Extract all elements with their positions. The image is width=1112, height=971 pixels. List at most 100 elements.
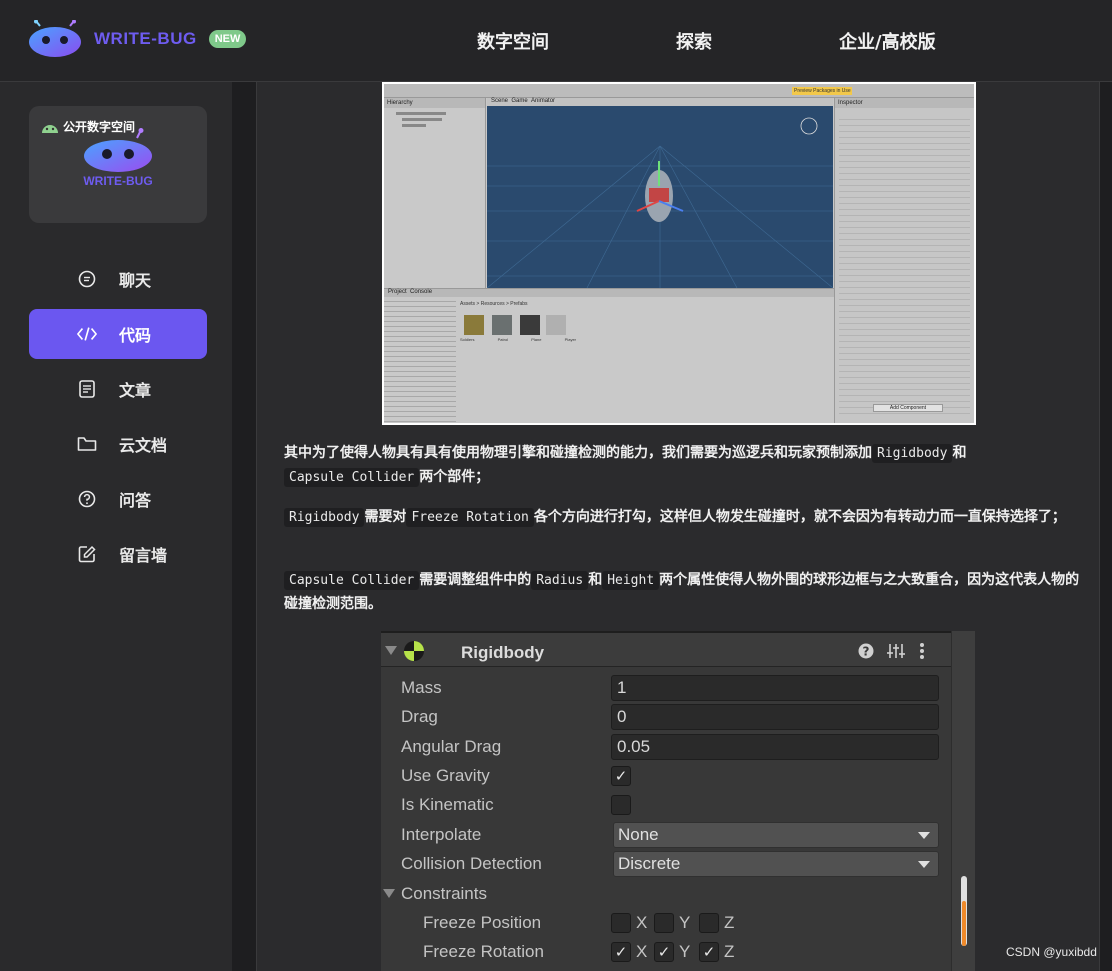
inline-code: Capsule Collider (284, 468, 420, 487)
text: 和 (952, 445, 967, 461)
android-icon (42, 124, 58, 133)
prefab-labels: Soldiers Patrol Plane Player (460, 337, 576, 342)
collision-detection-label: Collision Detection (401, 854, 542, 873)
unity-editor-screenshot: Preview Packages in Use Hierarchy Scene … (382, 82, 976, 425)
sidebar-item-label: 云文档 (119, 436, 168, 455)
prefab-label: Player (564, 337, 576, 342)
freeze-position-label: Freeze Position (423, 913, 542, 932)
sidebar-item-label: 聊天 (119, 271, 152, 290)
chevron-down-icon (918, 861, 930, 868)
console-tab[interactable]: Console (410, 289, 432, 295)
add-component-button[interactable]: Add Component (873, 404, 943, 412)
svg-text:?: ? (863, 645, 870, 659)
preview-packages-label: Preview Packages in Use (792, 87, 852, 95)
hierarchy-tab[interactable]: Hierarchy (384, 98, 485, 108)
inline-code: Rigidbody (284, 508, 365, 527)
use-gravity-checkbox[interactable]: ✓ (611, 766, 631, 786)
inline-code: Radius (531, 571, 589, 590)
sidebar-item-cloud-docs[interactable]: 云文档 (29, 419, 207, 469)
presets-icon[interactable] (887, 643, 905, 659)
sidebar-item-label: 文章 (119, 381, 152, 400)
interpolate-dropdown[interactable]: None (613, 822, 939, 848)
help-icon[interactable]: ? (858, 643, 874, 659)
paragraph-2: Rigidbody 需要对 Freeze Rotation 各个方向进行打勾，这样但人… (284, 505, 1084, 529)
freeze-position-z-checkbox[interactable] (699, 913, 719, 933)
inline-code: Rigidbody (872, 444, 953, 463)
axis-label: Z (724, 913, 735, 932)
freeze-rotation-x-checkbox[interactable]: ✓ (611, 942, 631, 962)
text: 需要调整组件中的 (419, 572, 532, 588)
article-icon (77, 379, 97, 399)
top-bar: WRITE-BUG NEW 数字空间 探索 企业/高校版 (0, 0, 1112, 82)
sidebar-item-qa[interactable]: 问答 (29, 474, 207, 524)
scene-grid (487, 117, 833, 288)
animator-tab[interactable]: Animator (531, 98, 555, 104)
inspector-scrollbar[interactable] (951, 631, 975, 971)
rigidbody-inspector-screenshot: Rigidbody ? Mass 1 Drag 0 Angular Drag 0… (381, 631, 975, 971)
sidebar-item-code[interactable]: 代码 (29, 309, 207, 359)
project-panel: Project Console Assets > Resources > Pre… (384, 288, 834, 423)
freeze-rotation-label: Freeze Rotation (423, 942, 544, 961)
prefab-label: Soldiers (460, 337, 475, 342)
nav-digital-space[interactable]: 数字空间 (477, 28, 549, 54)
rigidbody-header: Rigidbody ? (381, 631, 975, 667)
constraints-collapse-icon[interactable] (383, 889, 395, 898)
text: 两个部件； (419, 469, 490, 485)
inspector-panel-mini: Inspector Add Component (834, 98, 974, 423)
project-tab[interactable]: Project (388, 289, 407, 295)
collapse-arrow-icon[interactable] (385, 646, 397, 655)
component-title: Rigidbody (461, 643, 545, 662)
chevron-down-icon (918, 832, 930, 839)
freeze-position-y-checkbox[interactable] (654, 913, 674, 933)
robot-logo-icon (29, 20, 81, 57)
card-brand: WRITE-BUG (83, 174, 153, 188)
drag-label: Drag (401, 707, 438, 726)
game-tab[interactable]: Game (511, 98, 527, 104)
more-options-icon[interactable] (919, 642, 925, 660)
inline-code: Height (602, 571, 660, 590)
collision-detection-dropdown[interactable]: Discrete (613, 851, 939, 877)
mass-field[interactable]: 1 (611, 675, 939, 701)
paragraph-3: Capsule Collider 需要调整组件中的 Radius 和 Height 两个属… (284, 568, 1084, 616)
is-kinematic-checkbox[interactable] (611, 795, 631, 815)
scene-view[interactable]: Scene Game Animator (487, 98, 833, 288)
sidebar-item-message-wall[interactable]: 留言墙 (29, 529, 207, 579)
nav-enterprise[interactable]: 企业/高校版 (839, 28, 936, 54)
inspector-tab[interactable]: Inspector (835, 98, 974, 108)
axis-label: Z (724, 942, 735, 961)
sidebar-item-article[interactable]: 文章 (29, 364, 207, 414)
chat-icon (77, 269, 97, 289)
freeze-rotation-y-checkbox[interactable]: ✓ (654, 942, 674, 962)
code-icon (77, 324, 97, 344)
freeze-rotation-z-checkbox[interactable]: ✓ (699, 942, 719, 962)
inline-code: Capsule Collider (284, 571, 420, 590)
paragraph-1: 其中为了使得人物具有具有使用物理引擎和碰撞检测的能力，我们需要为巡逻兵和玩家预制… (284, 441, 1084, 489)
sidebar: 公开数字空间 WRITE-BUG 聊天 代码 文章 云文档 问答 留言墙 (0, 82, 232, 971)
use-gravity-label: Use Gravity (401, 766, 490, 785)
text: 需要对 (364, 509, 407, 525)
freeze-position-x-checkbox[interactable] (611, 913, 631, 933)
is-kinematic-label: Is Kinematic (401, 795, 494, 814)
constraints-label: Constraints (401, 884, 487, 903)
sidebar-item-chat[interactable]: 聊天 (29, 254, 207, 304)
sidebar-item-label: 代码 (119, 326, 152, 345)
sidebar-item-label: 留言墙 (119, 546, 168, 565)
collision-detection-value: Discrete (618, 854, 681, 873)
article-content: Preview Packages in Use Hierarchy Scene … (256, 82, 1100, 971)
text: 和 (588, 572, 603, 588)
public-space-card[interactable]: 公开数字空间 WRITE-BUG (29, 106, 207, 223)
axis-label: X (636, 942, 648, 961)
sidebar-item-label: 问答 (119, 491, 152, 510)
angular-drag-field[interactable]: 0.05 (611, 734, 939, 760)
new-badge: NEW (208, 30, 247, 48)
drag-field[interactable]: 0 (611, 704, 939, 730)
mass-label: Mass (401, 678, 442, 697)
text: 各个方向进行打勾，这样但人物发生碰撞时，就不会因为有转动力而一直保持选择了； (533, 509, 1066, 525)
brand-logo[interactable]: WRITE-BUG NEW (28, 20, 247, 58)
nav-explore[interactable]: 探索 (676, 28, 712, 54)
scene-tab[interactable]: Scene (491, 98, 508, 104)
interpolate-value: None (618, 825, 659, 844)
scene-tabs: Scene Game Animator (487, 98, 833, 106)
folder-icon (77, 434, 97, 454)
robot-mascot-icon (84, 128, 152, 172)
